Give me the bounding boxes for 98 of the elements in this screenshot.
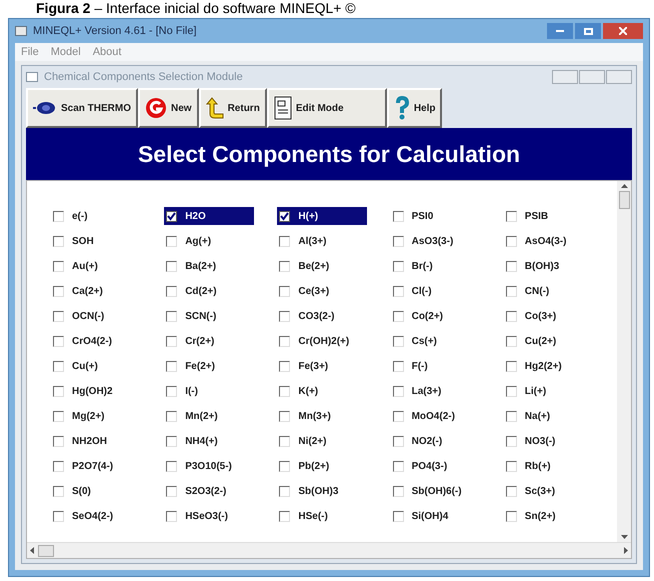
component-checkbox[interactable]: Cr(2+): [164, 332, 254, 350]
component-checkbox[interactable]: S(0): [51, 482, 141, 500]
component-checkbox[interactable]: Mn(2+): [164, 407, 254, 425]
component-checkbox[interactable]: Cu(+): [51, 357, 141, 375]
component-checkbox[interactable]: MoO4(2-): [390, 407, 481, 425]
left-arrow-icon: [30, 547, 34, 554]
component-checkbox[interactable]: AsO4(3-): [504, 232, 594, 250]
component-checkbox[interactable]: P2O7(4-): [51, 457, 141, 475]
component-checkbox[interactable]: Hg2(2+): [504, 357, 594, 375]
component-checkbox[interactable]: Si(OH)4: [390, 507, 481, 525]
component-checkbox[interactable]: Ca(2+): [51, 282, 141, 300]
component-checkbox[interactable]: AsO3(3-): [390, 232, 481, 250]
down-arrow-icon: [620, 535, 628, 539]
return-arrow-icon: [206, 96, 224, 120]
heading: Select Components for Calculation: [138, 140, 520, 169]
component-checkbox[interactable]: NO2(-): [390, 432, 481, 450]
component-checkbox[interactable]: SOH: [51, 232, 141, 250]
close-button[interactable]: [606, 70, 632, 84]
component-checkbox[interactable]: Cl(-): [390, 282, 481, 300]
component-checkbox[interactable]: Rb(+): [504, 457, 594, 475]
document-icon: [274, 96, 292, 120]
component-checkbox[interactable]: K(+): [277, 382, 368, 400]
component-checkbox[interactable]: Na(+): [504, 407, 594, 425]
check-icon: [167, 212, 176, 220]
toolbar-button[interactable]: Help: [386, 88, 442, 128]
component-checkbox[interactable]: Co(2+): [390, 307, 481, 325]
toolbar-button[interactable]: New: [138, 88, 199, 128]
maximize-button[interactable]: [579, 70, 605, 84]
vertical-scrollbar[interactable]: [617, 181, 631, 542]
component-checkbox[interactable]: Mn(3+): [277, 407, 368, 425]
component-checkbox[interactable]: Cr(OH)2(+): [277, 332, 368, 350]
component-checkbox[interactable]: Cs(+): [390, 332, 481, 350]
horizontal-scrollbar[interactable]: [27, 542, 631, 558]
component-checkbox[interactable]: Cu(2+): [504, 332, 594, 350]
component-checkbox[interactable]: Pb(2+): [277, 457, 368, 475]
app-icon: [15, 26, 27, 36]
component-checkbox[interactable]: Ag(+): [164, 232, 254, 250]
scroll-thumb[interactable]: [38, 544, 54, 556]
close-button[interactable]: [603, 23, 643, 39]
figure-caption: Figura 2 – Interface inicial do software MINEQL+ ©: [36, 0, 356, 17]
component-checkbox[interactable]: Sb(OH)3: [277, 482, 368, 500]
component-checkbox[interactable]: Sb(OH)6(-): [390, 482, 481, 500]
component-checkbox[interactable]: Al(3+): [277, 232, 368, 250]
component-checkbox[interactable]: S2O3(2-): [164, 482, 254, 500]
toolbar-button[interactable]: Scan THERMO: [26, 88, 138, 128]
component-checkbox[interactable]: CN(-): [504, 282, 594, 300]
component-checkbox[interactable]: Ba(2+): [164, 257, 254, 275]
check-icon: [280, 212, 290, 220]
component-checkbox[interactable]: SCN(-): [164, 307, 254, 325]
component-checkbox[interactable]: La(3+): [390, 382, 481, 400]
component-checkbox[interactable]: NH4(+): [164, 432, 254, 450]
close-icon: [619, 27, 627, 35]
component-checkbox[interactable]: Cd(2+): [164, 282, 254, 300]
g-logo-icon: [145, 97, 168, 119]
component-checkbox[interactable]: Co(3+): [504, 307, 594, 325]
module-title: Chemical Components Selection Module: [44, 70, 243, 85]
component-checkbox[interactable]: NO3(-): [504, 432, 594, 450]
component-checkbox[interactable]: PSIB: [504, 207, 594, 225]
component-checkbox[interactable]: OCN(-): [51, 307, 141, 325]
component-checkbox[interactable]: Fe(3+): [277, 357, 368, 375]
component-checkbox[interactable]: Au(+): [51, 257, 141, 275]
component-checkbox[interactable]: SeO4(2-): [51, 507, 141, 525]
component-checkbox[interactable]: Sc(3+): [504, 482, 594, 500]
component-checkbox[interactable]: Sn(2+): [504, 507, 594, 525]
maximize-button[interactable]: [575, 23, 601, 39]
component-checkbox[interactable]: CrO4(2-): [51, 332, 141, 350]
component-checkbox[interactable]: Br(-): [390, 257, 481, 275]
component-checkbox[interactable]: Ce(3+): [277, 282, 368, 300]
component-checkbox[interactable]: e(-): [51, 207, 141, 225]
component-checkbox[interactable]: Be(2+): [277, 257, 368, 275]
scroll-thumb[interactable]: [618, 191, 630, 209]
component-checkbox[interactable]: I(-): [164, 382, 254, 400]
component-checkbox[interactable]: B(OH)3: [504, 257, 594, 275]
component-checkbox[interactable]: Li(+): [504, 382, 594, 400]
component-checkbox[interactable]: HSeO3(-): [164, 507, 254, 525]
module-icon: [26, 72, 38, 82]
component-checkbox[interactable]: PO4(3-): [390, 457, 481, 475]
toolbar-button[interactable]: Return: [198, 88, 267, 128]
component-checkbox[interactable]: F(-): [390, 357, 481, 375]
minimize-button[interactable]: [547, 23, 573, 39]
component-checkbox[interactable]: PSI0: [390, 207, 481, 225]
eye-icon: [33, 101, 57, 115]
toolbar-button[interactable]: Edit Mode: [266, 88, 387, 128]
component-checkbox[interactable]: Fe(2+): [164, 357, 254, 375]
component-checkbox[interactable]: Hg(OH)2: [51, 382, 141, 400]
component-checkbox[interactable]: P3O10(5-): [164, 457, 254, 475]
component-checkbox[interactable]: Mg(2+): [51, 407, 141, 425]
component-checkbox[interactable]: CO3(2-): [277, 307, 368, 325]
component-checkbox[interactable]: HSe(-): [277, 507, 368, 525]
component-checkbox[interactable]: Ni(2+): [277, 432, 368, 450]
component-checkbox[interactable]: NH2OH: [51, 432, 141, 450]
window-title: MINEQL+ Version 4.61 - [No File]: [33, 24, 197, 39]
up-arrow-icon: [620, 184, 628, 188]
minimize-button[interactable]: [552, 70, 578, 84]
question-mark-icon: [394, 95, 410, 121]
component-checkbox[interactable]: H2O: [164, 207, 254, 225]
right-arrow-icon: [624, 547, 628, 554]
component-checkbox[interactable]: H(+): [277, 207, 368, 225]
